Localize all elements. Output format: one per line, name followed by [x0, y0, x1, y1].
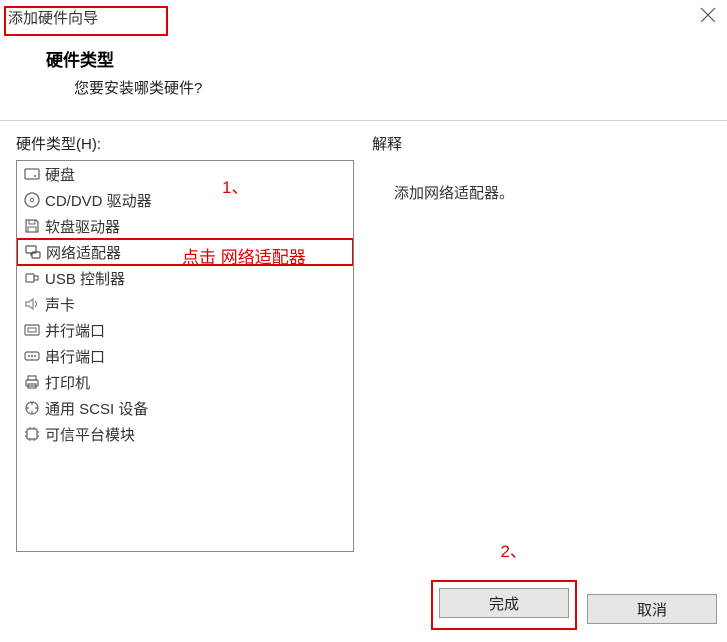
- hardware-type-list[interactable]: 硬盘 CD/DVD 驱动器 软盘驱动器 网络适配器: [16, 160, 354, 552]
- list-item-cddvd[interactable]: CD/DVD 驱动器: [17, 187, 353, 213]
- close-icon[interactable]: [699, 6, 717, 24]
- tpm-icon: [21, 425, 43, 443]
- serial-icon: [21, 347, 43, 365]
- floppy-icon: [21, 217, 43, 235]
- page-title: 硬件类型: [46, 46, 727, 71]
- list-item-parallel[interactable]: 并行端口: [17, 317, 353, 343]
- disc-icon: [21, 191, 43, 209]
- list-item-label: 通用 SCSI 设备: [43, 398, 148, 419]
- cancel-button[interactable]: 取消: [587, 594, 717, 624]
- window-title: 添加硬件向导: [4, 6, 168, 36]
- page-subtitle: 您要安装哪类硬件?: [46, 71, 727, 98]
- list-item-label: 硬盘: [43, 164, 75, 185]
- explanation-label: 解释: [372, 133, 711, 160]
- printer-icon: [21, 373, 43, 391]
- list-item-hdd[interactable]: 硬盘: [17, 161, 353, 187]
- wizard-header: 硬件类型 您要安装哪类硬件?: [0, 40, 727, 98]
- list-item-label: 可信平台模块: [43, 424, 135, 445]
- scsi-icon: [21, 399, 43, 417]
- list-item-label: 并行端口: [43, 320, 105, 341]
- list-item-label: 网络适配器: [44, 242, 121, 263]
- list-item-serial[interactable]: 串行端口: [17, 343, 353, 369]
- list-item-tpm[interactable]: 可信平台模块: [17, 421, 353, 447]
- explanation-text: 添加网络适配器。: [372, 160, 711, 203]
- sound-icon: [21, 295, 43, 313]
- list-item-usb[interactable]: USB 控制器: [17, 265, 353, 291]
- list-item-scsi[interactable]: 通用 SCSI 设备: [17, 395, 353, 421]
- network-icon: [22, 243, 44, 261]
- list-item-label: 软盘驱动器: [43, 216, 120, 237]
- window-title-text: 添加硬件向导: [8, 10, 98, 27]
- finish-button[interactable]: 完成: [439, 588, 569, 618]
- list-item-floppy[interactable]: 软盘驱动器: [17, 213, 353, 239]
- list-item-printer[interactable]: 打印机: [17, 369, 353, 395]
- list-item-label: CD/DVD 驱动器: [43, 190, 152, 211]
- list-item-label: 声卡: [43, 294, 75, 315]
- usb-icon: [21, 269, 43, 287]
- list-item-label: 串行端口: [43, 346, 105, 367]
- list-item-label: USB 控制器: [43, 268, 125, 289]
- parallel-icon: [21, 321, 43, 339]
- finish-highlight: 完成: [431, 580, 577, 630]
- list-item-sound[interactable]: 声卡: [17, 291, 353, 317]
- list-item-network-adapter[interactable]: 网络适配器: [16, 238, 354, 266]
- hardware-type-label: 硬件类型(H):: [16, 133, 354, 160]
- hdd-icon: [21, 165, 43, 183]
- list-item-label: 打印机: [43, 372, 90, 393]
